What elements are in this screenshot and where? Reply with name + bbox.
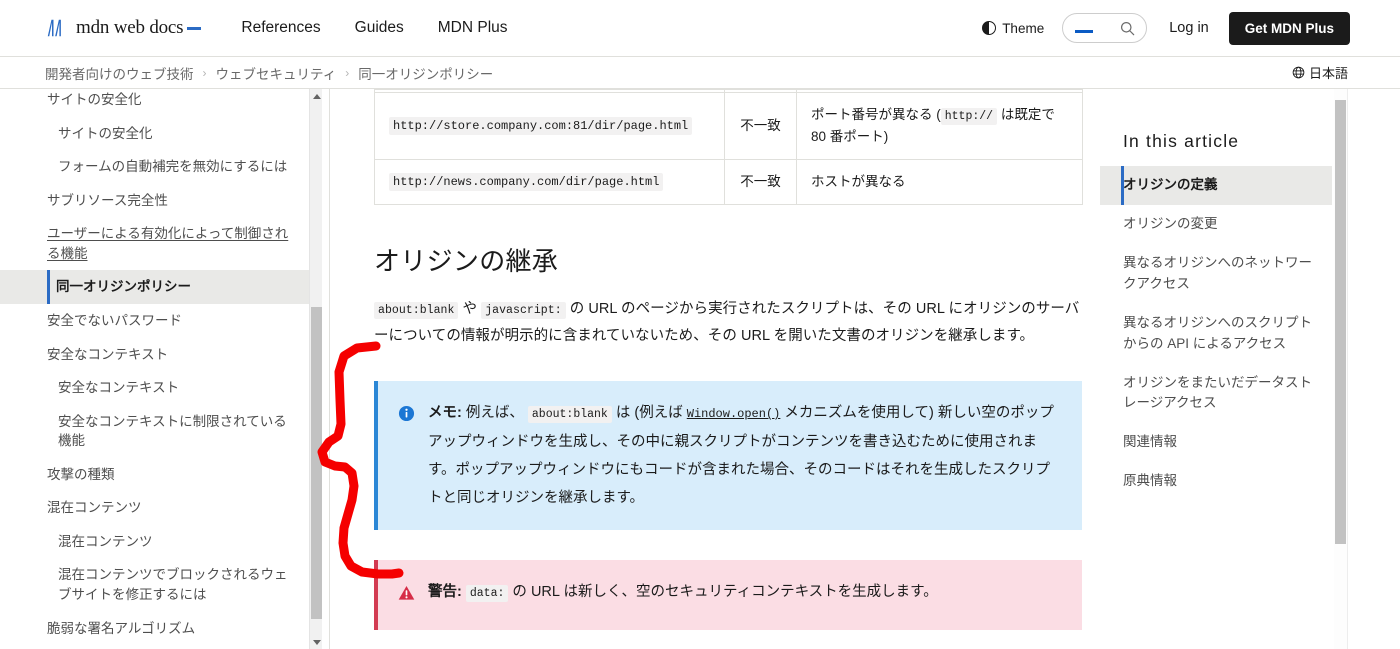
info-icon (398, 404, 415, 432)
table-cell-url: http://store.company.com:81/dir/page.htm… (374, 92, 725, 160)
breadcrumb-item-0[interactable]: 開発者向けのウェブ技術 (45, 63, 194, 83)
table-cell-reason: ホストが異なる (796, 158, 1083, 205)
search-caret (1075, 30, 1094, 33)
table-cell-reason: ポート番号が異なる (http:// は既定で 80 番ポート) (796, 92, 1083, 160)
warning-text: 警告: data: の URL は新しく、空のセキュリティコンテキストを生成しま… (428, 584, 938, 603)
toc-item-3[interactable]: 異なるオリジンへのスクリプトからの API によるアクセス (1100, 304, 1332, 364)
origin-comparison-table: http://store.company.com:81/dir/page.htm… (374, 89, 1083, 205)
language-selector[interactable]: 日本語 (1292, 63, 1348, 82)
sidebar-item-15[interactable]: 証明書の透明性 (0, 645, 312, 649)
about-blank-code: about:blank (527, 406, 612, 424)
site-header: mdn web docs References Guides MDN Plus … (0, 0, 1400, 57)
table-of-contents: In this article オリジンの定義 オリジンの変更 異なるオリジンへ… (1100, 89, 1332, 649)
data-scheme-code: data: (465, 585, 509, 603)
sidebar-item-14[interactable]: 脆弱な署名アルゴリズム (0, 612, 312, 646)
javascript-scheme-code: javascript: (481, 301, 566, 319)
search-icon (1121, 21, 1135, 35)
scroll-up-arrow-icon[interactable] (310, 89, 323, 103)
scroll-down-arrow-icon[interactable] (310, 635, 323, 649)
table-row: http://store.company.com:81/dir/page.htm… (374, 92, 1083, 160)
article-inner: http://store.company.com:81/dir/page.htm… (374, 89, 1084, 649)
table-cell-result: 不一致 (724, 92, 797, 160)
page-scrollbar[interactable] (1334, 89, 1347, 649)
mdn-logo-icon (47, 19, 61, 37)
nav-guides[interactable]: Guides (355, 19, 404, 37)
sidebar-scrollbar[interactable] (309, 89, 322, 649)
mdn-logo[interactable]: mdn web docs (45, 16, 202, 40)
sidebar-list: サイトの安全化 サイトの安全化 フォームの自動補完を無効にするには サブリソース… (0, 89, 312, 649)
toc-item-5[interactable]: 関連情報 (1100, 423, 1332, 462)
note-text: メモ: 例えば、 about:blank は (例えば Window.open(… (428, 405, 1054, 507)
sidebar-navigation: サイトの安全化 サイトの安全化 フォームの自動補完を無効にするには サブリソース… (0, 89, 330, 649)
sidebar-item-8[interactable]: 安全なコンテキスト (0, 371, 312, 405)
sidebar-item-3[interactable]: サブリソース完全性 (0, 184, 312, 218)
theme-label: Theme (1002, 20, 1045, 36)
table-cell-result: 不一致 (724, 158, 797, 205)
url-code: http://news.company.com/dir/page.html (389, 173, 664, 192)
sidebar-item-7[interactable]: 安全なコンテキスト (0, 338, 312, 372)
window-open-link[interactable]: Window.open() (687, 407, 781, 421)
breadcrumb-item-2: 同一オリジンポリシー (358, 66, 494, 82)
breadcrumb-separator: › (345, 65, 350, 80)
sidebar-item-6[interactable]: 安全でないパスワード (0, 304, 312, 338)
page-body: サイトの安全化 サイトの安全化 フォームの自動補完を無効にするには サブリソース… (0, 89, 1400, 649)
breadcrumb-separator: › (202, 65, 207, 80)
warning-label: 警告: (428, 584, 462, 601)
about-blank-code: about:blank (374, 301, 459, 319)
toc-item-origin-definition[interactable]: オリジンの定義 (1100, 166, 1332, 205)
theme-toggle-button[interactable]: Theme (982, 21, 1044, 36)
section-paragraph: about:blank や javascript: の URL のページから実行… (374, 296, 1084, 352)
page-scrollbar-thumb[interactable] (1335, 100, 1346, 544)
logo-underscore (187, 27, 202, 30)
sidebar-item-same-origin-policy[interactable]: 同一オリジンポリシー (0, 270, 312, 304)
login-link[interactable]: Log in (1169, 20, 1209, 36)
sidebar-item-0[interactable]: サイトの安全化 (0, 89, 312, 117)
sidebar-item-13[interactable]: 混在コンテンツでブロックされるウェブサイトを修正するには (0, 558, 312, 611)
paragraph-conjunction: や (458, 300, 482, 317)
theme-contrast-icon (982, 21, 997, 35)
warning-icon (398, 583, 415, 611)
breadcrumb-item-1[interactable]: ウェブセキュリティ (216, 63, 337, 83)
warning-callout: 警告: data: の URL は新しく、空のセキュリティコンテキストを生成しま… (374, 560, 1082, 630)
note-label: メモ: (428, 405, 462, 422)
protocol-code: http:// (940, 108, 998, 125)
section-heading-origin-inheritance: オリジンの継承 (374, 245, 559, 276)
sidebar-scrollbar-thumb[interactable] (311, 307, 322, 619)
toc-item-2[interactable]: 異なるオリジンへのネットワークアクセス (1100, 244, 1332, 304)
right-margin (1347, 89, 1400, 649)
sidebar-item-9[interactable]: 安全なコンテキストに制限されている機能 (0, 405, 312, 458)
table-cell-url: http://news.company.com/dir/page.html (374, 158, 725, 205)
nav-references[interactable]: References (241, 19, 320, 37)
sidebar-item-2[interactable]: フォームの自動補完を無効にするには (0, 150, 312, 184)
url-code: http://store.company.com:81/dir/page.htm… (389, 117, 693, 136)
toc-item-4[interactable]: オリジンをまたいだデータストレージアクセス (1100, 364, 1332, 424)
sidebar-item-12[interactable]: 混在コンテンツ (0, 525, 312, 559)
language-label: 日本語 (1308, 66, 1348, 81)
sidebar-item-4[interactable]: ユーザーによる有効化によって制御される機能 (0, 217, 312, 270)
breadcrumb: 開発者向けのウェブ技術 › ウェブセキュリティ › 同一オリジンポリシー (45, 63, 493, 83)
header-actions: Theme Log in Get MDN Plus (982, 11, 1350, 45)
get-mdn-plus-button[interactable]: Get MDN Plus (1228, 11, 1350, 45)
toc-title: In this article (1123, 131, 1240, 151)
search-input[interactable] (1062, 13, 1148, 43)
globe-icon (1292, 66, 1305, 79)
note-callout: メモ: 例えば、 about:blank は (例えば Window.open(… (374, 381, 1082, 531)
sidebar-item-11[interactable]: 混在コンテンツ (0, 491, 312, 525)
toc-item-1[interactable]: オリジンの変更 (1100, 205, 1332, 244)
nav-mdn-plus[interactable]: MDN Plus (438, 19, 508, 37)
sidebar-item-10[interactable]: 攻撃の種類 (0, 458, 312, 492)
mdn-logo-text: mdn web docs (76, 17, 202, 39)
breadcrumb-bar: 開発者向けのウェブ技術 › ウェブセキュリティ › 同一オリジンポリシー 日本語 (0, 57, 1400, 89)
main-nav: References Guides MDN Plus (241, 19, 507, 37)
toc-item-6[interactable]: 原典情報 (1100, 462, 1332, 501)
table-row: http://news.company.com/dir/page.html 不一… (374, 158, 1083, 205)
sidebar-item-1[interactable]: サイトの安全化 (0, 117, 312, 151)
